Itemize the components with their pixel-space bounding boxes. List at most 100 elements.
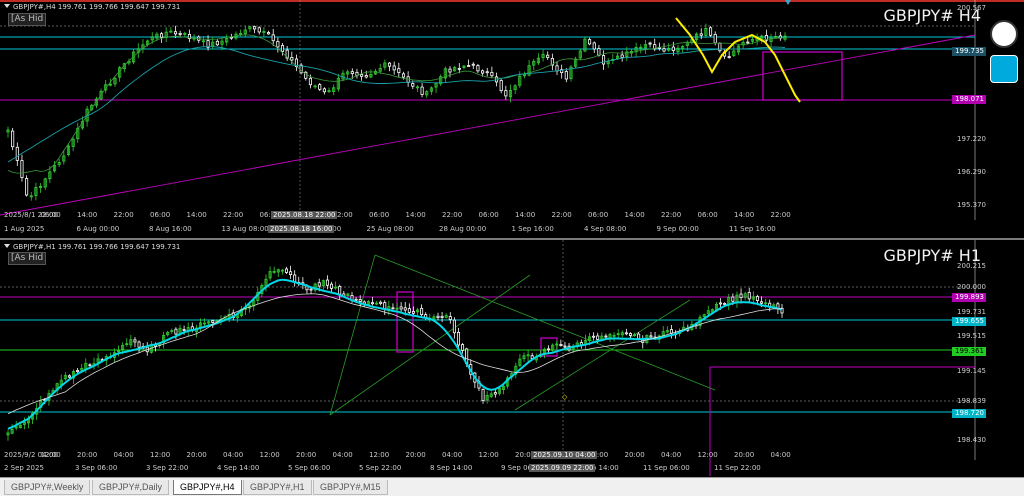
- price-axis-label: 199.731: [957, 308, 986, 316]
- time-axis-label: 14:00: [734, 211, 755, 219]
- h1-chart-canvas[interactable]: ◇: [0, 240, 1024, 476]
- candle-body: [648, 42, 652, 45]
- candle-body: [662, 48, 666, 52]
- candle-body: [318, 84, 322, 90]
- candle-body: [354, 298, 358, 301]
- candle-body: [755, 296, 759, 301]
- tab-h1[interactable]: GBPJPY#,H1: [243, 480, 312, 495]
- candle-body: [436, 315, 440, 319]
- h4-chart-canvas[interactable]: [0, 0, 1024, 238]
- tab-daily[interactable]: GBPJPY#,Daily: [92, 480, 170, 495]
- tab-m15[interactable]: GBPJPY#,M15: [313, 480, 388, 495]
- candle-body: [628, 333, 632, 336]
- candle-body: [407, 308, 411, 313]
- time-axis-label: 20:00: [734, 451, 755, 459]
- candle-body: [564, 71, 568, 80]
- price-tag: 198.720: [952, 409, 986, 418]
- candle-body: [174, 328, 178, 335]
- time-axis-label: 25 Aug 08:00: [366, 225, 414, 233]
- candle-body: [267, 32, 271, 35]
- candle-body: [364, 75, 368, 78]
- time-axis-label: 22:00: [223, 211, 244, 219]
- candle-body: [649, 335, 653, 338]
- candle-body: [452, 319, 456, 334]
- h4-symbol-line: GBPJPY#,H4 199.761 199.766 199.647 199.7…: [4, 3, 180, 11]
- price-axis-label: 198.430: [957, 436, 986, 444]
- time-axis-label: 28 Aug 00:00: [439, 225, 487, 233]
- time-axis-label: 11 Sep 16:00: [729, 225, 776, 233]
- tab-weekly[interactable]: GBPJPY#,Weekly: [4, 480, 91, 495]
- time-axis-label: 12:00: [259, 451, 280, 459]
- time-axis-label: 04:00: [223, 451, 244, 459]
- h1-as-hide-button[interactable]: [As Hid: [8, 252, 47, 265]
- candle-body: [309, 288, 313, 291]
- candle-body: [178, 33, 182, 35]
- price-axis-label: 200.215: [957, 262, 986, 270]
- candle-body: [276, 41, 280, 48]
- price-tag: 199.361: [952, 347, 986, 356]
- candle-body: [401, 73, 406, 78]
- candle-body: [709, 27, 713, 36]
- time-axis-label: 2 Sep 2025: [4, 464, 44, 472]
- tab-h4[interactable]: GBPJPY#,H4: [173, 480, 242, 495]
- time-axis-label: 06:00: [588, 211, 609, 219]
- broker-logo-icon: [990, 20, 1018, 48]
- candle-body: [493, 392, 497, 395]
- candle-body: [370, 302, 374, 305]
- crosshair-time-label: 2025.09.10 04:00: [531, 451, 598, 459]
- candle-body: [563, 345, 567, 348]
- price-tag: 198.071: [952, 95, 986, 104]
- candle-body: [379, 301, 383, 304]
- time-axis-label: 04:00: [332, 451, 353, 459]
- candle-body: [499, 80, 503, 91]
- time-axis-label: 13 Aug 08:00: [221, 225, 269, 233]
- candle-body: [322, 88, 326, 93]
- chart-shift-marker-icon[interactable]: [785, 0, 791, 5]
- h4-chart-pane[interactable]: GBPJPY#,H4 199.761 199.766 199.647 199.7…: [0, 0, 1024, 240]
- candle-body: [420, 86, 424, 95]
- candle-body: [420, 307, 424, 316]
- time-axis-label: 20:00: [186, 451, 207, 459]
- h1-chart-pane[interactable]: ◇ GBPJPY#,H1 199.761 199.766 199.647 199…: [0, 240, 1024, 476]
- time-axis-label: 12:00: [697, 451, 718, 459]
- time-axis-label: 12:00: [369, 451, 390, 459]
- candle-body: [392, 65, 396, 71]
- candle-body: [289, 271, 293, 275]
- candle-body: [271, 34, 275, 42]
- candle-body: [290, 57, 294, 61]
- candle-body: [159, 33, 164, 38]
- candle-body: [20, 160, 24, 178]
- candle-body: [253, 26, 257, 30]
- candle-body: [397, 68, 401, 73]
- time-axis-label: 04:00: [770, 451, 791, 459]
- candle-body: [739, 293, 743, 299]
- candle-body: [229, 36, 233, 39]
- candle-body: [637, 333, 641, 339]
- candle-body: [592, 335, 596, 338]
- time-axis-label: 04:00: [661, 451, 682, 459]
- dropdown-triangle-icon[interactable]: [4, 244, 10, 248]
- candle-body: [723, 303, 727, 305]
- price-tag: 199.735: [952, 47, 986, 56]
- candle-body: [215, 40, 219, 46]
- time-axis-label: 3 Sep 22:00: [146, 464, 189, 472]
- h4-as-hide-button[interactable]: [As Hid: [8, 13, 47, 26]
- candle-body: [699, 33, 703, 36]
- time-axis-label: 06:00: [150, 211, 171, 219]
- time-axis-label: 6 Aug 00:00: [76, 225, 120, 233]
- candle-body: [504, 90, 508, 97]
- time-axis-label: 5 Sep 22:00: [359, 464, 402, 472]
- time-axis-label: 1 Sep 16:00: [511, 225, 554, 233]
- time-axis-label: 22:00: [551, 211, 572, 219]
- candle-body: [182, 329, 186, 331]
- candle-body: [391, 307, 395, 310]
- candle-body: [597, 48, 601, 56]
- dropdown-triangle-icon[interactable]: [4, 4, 10, 8]
- time-axis-label: 22:00: [113, 211, 134, 219]
- candle-body: [731, 296, 735, 302]
- time-axis-label: 12:00: [40, 451, 61, 459]
- time-axis-label: 06:00: [369, 211, 390, 219]
- candle-body: [604, 335, 608, 338]
- time-axis-label: 12:00: [478, 451, 499, 459]
- candle-body: [11, 130, 15, 148]
